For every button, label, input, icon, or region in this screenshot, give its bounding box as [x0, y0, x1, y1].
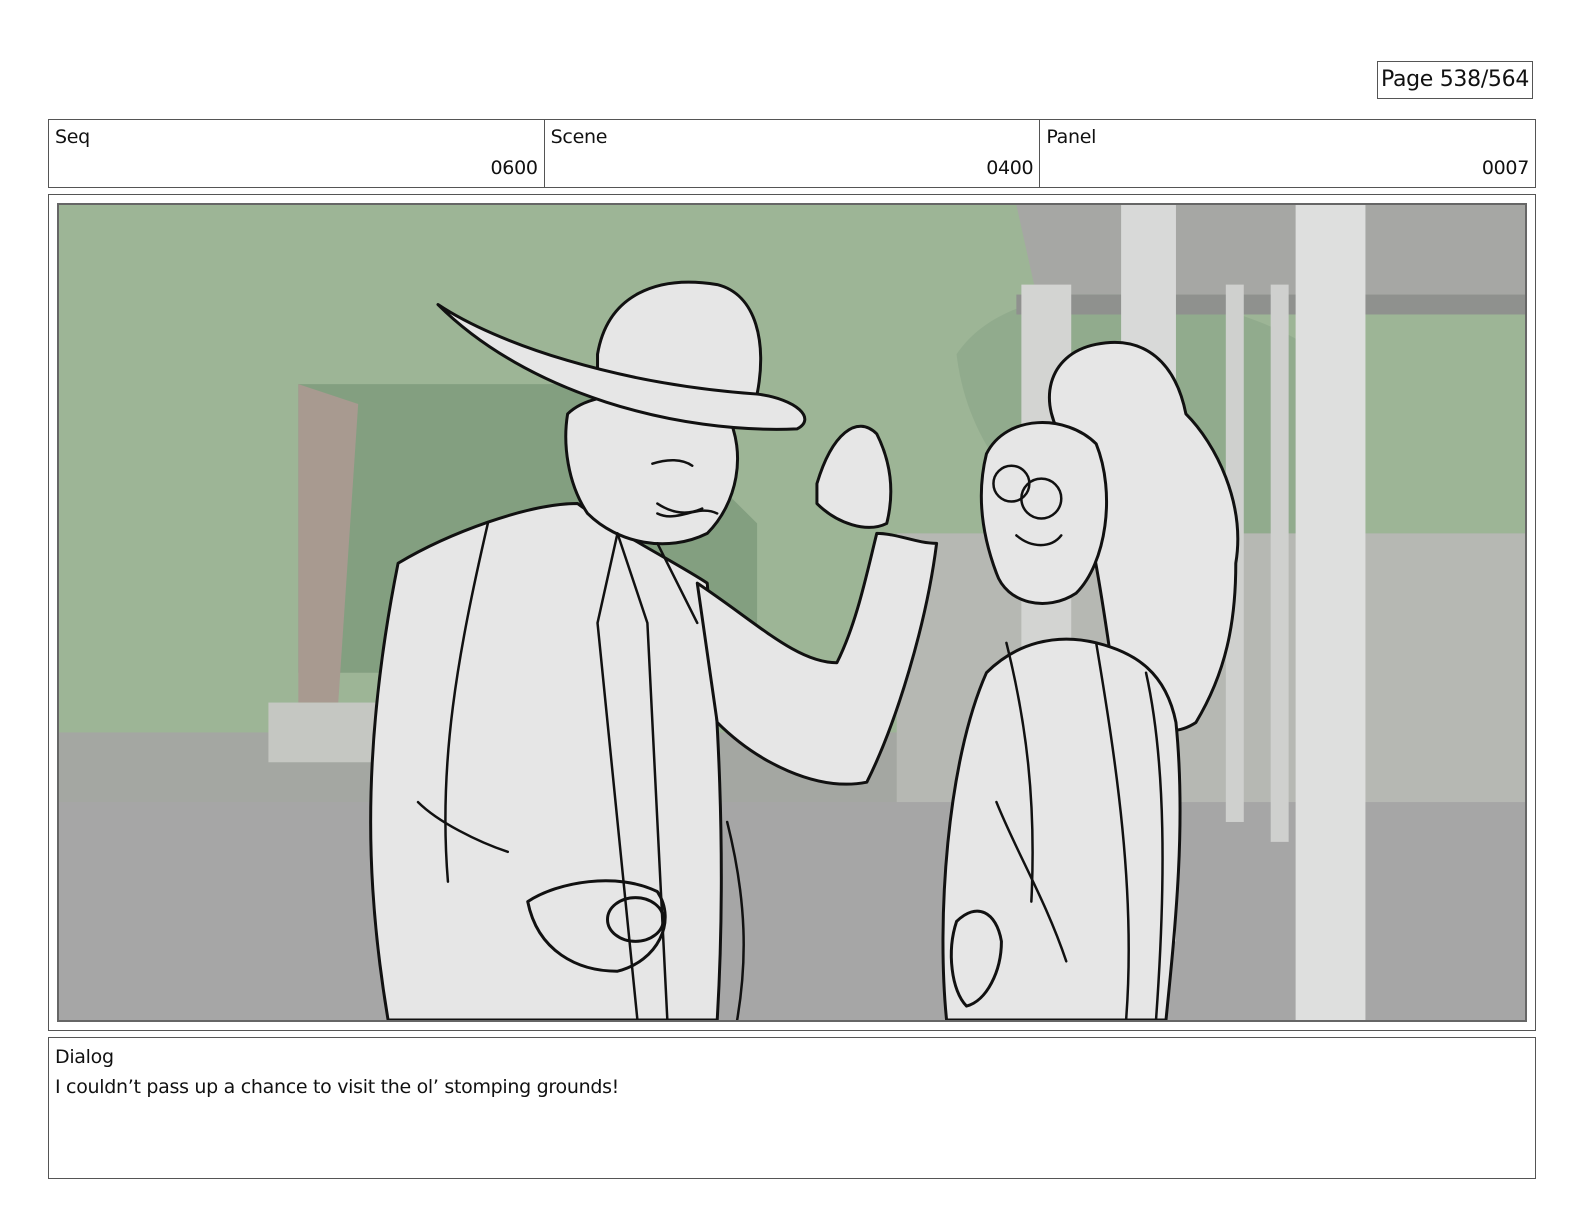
panel-cell: Panel 0007	[1040, 120, 1535, 187]
panel-info-header: Seq 0600 Scene 0400 Panel 0007	[48, 119, 1536, 188]
dialog-label: Dialog	[55, 1046, 114, 1068]
scene-value: 0400	[986, 157, 1034, 179]
dialog-text: I couldn’t pass up a chance to visit the…	[55, 1076, 619, 1098]
scene-cell: Scene 0400	[545, 120, 1041, 187]
dialog-box: Dialog I couldn’t pass up a chance to vi…	[48, 1037, 1536, 1179]
storyboard-panel-image	[57, 203, 1527, 1022]
page-number: Page 538/564	[1377, 61, 1533, 99]
seq-label: Seq	[55, 126, 90, 148]
panel-label: Panel	[1046, 126, 1097, 148]
seq-cell: Seq 0600	[49, 120, 545, 187]
storyboard-sketch-illustration	[59, 205, 1525, 1020]
scene-label: Scene	[550, 126, 608, 148]
panel-value: 0007	[1481, 157, 1530, 179]
storyboard-panel-frame	[48, 194, 1536, 1031]
seq-value: 0600	[490, 157, 538, 179]
